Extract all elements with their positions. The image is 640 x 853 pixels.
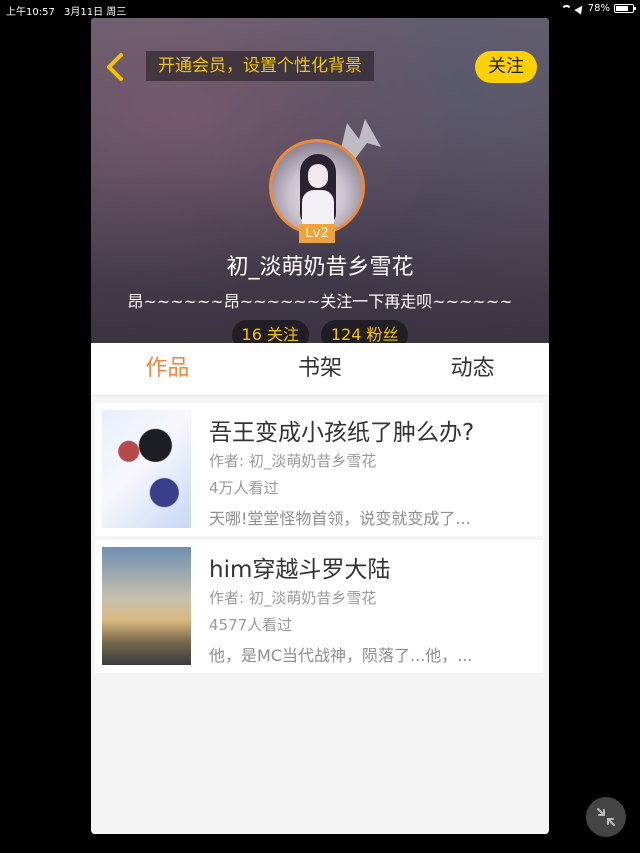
battery-icon [614,4,636,13]
tab-bookshelf[interactable]: 书架 [244,343,397,395]
profile-card: 开通会员，设置个性化背景 关注 Lv2 初_淡萌奶昔乡雪花 昂~~~~~~昂~~… [91,18,549,834]
book-views: 4万人看过 [209,479,279,497]
book-description: 他，是MC当代战神，陨落了...他，... [209,646,473,665]
book-author: 作者: 初_淡萌奶昔乡雪花 [209,452,377,470]
book-item[interactable]: him穿越斗罗大陆 作者: 初_淡萌奶昔乡雪花 4577人看过 他，是MC当代战… [95,540,543,673]
status-time: 上午10:57 [6,7,55,18]
collapse-arrows-icon [597,808,615,826]
book-cover [102,410,191,528]
book-author: 作者: 初_淡萌奶昔乡雪花 [209,589,377,607]
avatar[interactable] [269,139,365,235]
follow-button[interactable]: 关注 [475,51,537,83]
battery-percent: 78% [587,3,610,14]
back-button[interactable] [103,50,127,84]
book-item[interactable]: 吾王变成小孩纸了肿么办? 作者: 初_淡萌奶昔乡雪花 4万人看过 天哪!堂堂怪物… [95,403,543,536]
book-title: 吾王变成小孩纸了肿么办? [209,420,475,446]
username: 初_淡萌奶昔乡雪花 [226,255,414,280]
book-description: 天哪!堂堂怪物首领，说变就变成了... [209,509,471,528]
status-bar: 上午10:57 3月11日 周三 78% [0,0,640,18]
status-date: 3月11日 周三 [64,7,127,18]
wifi-icon [560,4,572,13]
profile-header: 开通会员，设置个性化背景 关注 Lv2 初_淡萌奶昔乡雪花 昂~~~~~~昂~~… [91,18,549,350]
location-icon [574,2,586,15]
user-bio: 昂~~~~~~昂~~~~~~关注一下再走呗~~~~~~ [127,292,513,311]
level-badge: Lv2 [299,224,335,243]
works-list: 吾王变成小孩纸了肿么办? 作者: 初_淡萌奶昔乡雪花 4万人看过 天哪!堂堂怪物… [91,396,549,834]
tab-works[interactable]: 作品 [91,343,244,395]
book-cover [102,547,191,665]
chevron-left-icon [107,53,123,81]
book-views: 4577人看过 [209,616,293,634]
profile-tabs: 作品 书架 动态 [91,343,549,396]
tab-activity[interactable]: 动态 [396,343,549,395]
book-title: him穿越斗罗大陆 [209,557,391,583]
vip-background-banner[interactable]: 开通会员，设置个性化背景 [146,51,374,81]
collapse-button[interactable] [586,797,626,837]
